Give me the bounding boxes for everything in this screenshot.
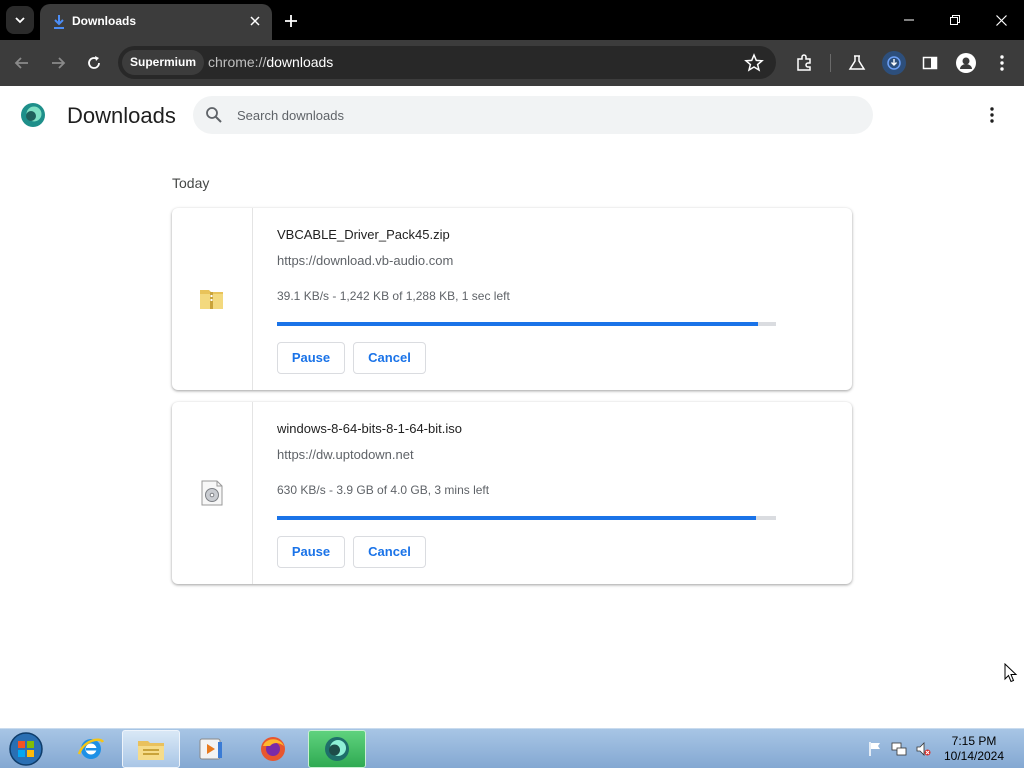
action-center-flag-icon[interactable] <box>867 741 883 757</box>
plus-icon <box>285 15 297 27</box>
side-panel-button[interactable] <box>916 49 944 77</box>
taskbar-file-explorer[interactable] <box>122 730 180 768</box>
firefox-icon <box>261 737 285 761</box>
browser-toolbar: Supermium chrome://downloads <box>0 40 1024 86</box>
back-button[interactable] <box>8 49 36 77</box>
bookmark-star-icon[interactable] <box>744 53 764 73</box>
volume-muted-icon[interactable] <box>915 741 931 757</box>
file-icon-column <box>172 402 253 584</box>
search-icon <box>206 107 222 123</box>
taskbar-internet-explorer[interactable] <box>62 730 120 768</box>
download-progress-bar <box>277 516 776 520</box>
mouse-cursor-icon <box>1004 663 1018 683</box>
zip-folder-icon <box>200 290 223 309</box>
arrow-right-icon <box>52 57 66 69</box>
download-progress-ring <box>882 51 906 75</box>
taskbar-media-player[interactable] <box>182 730 240 768</box>
file-icon-column <box>172 208 253 390</box>
url-prefix: chrome:// <box>208 54 267 70</box>
clock-date: 10/14/2024 <box>943 749 1005 763</box>
supermium-icon <box>325 737 349 761</box>
page-title: Downloads <box>67 103 176 128</box>
profile-button[interactable] <box>952 49 980 77</box>
search-input[interactable] <box>237 96 837 134</box>
supermium-logo-icon <box>21 103 45 127</box>
toolbar-separator <box>830 54 831 72</box>
new-tab-button[interactable] <box>280 10 302 32</box>
tab-close-button[interactable] <box>246 12 264 30</box>
windows-taskbar: 7:15 PM 10/14/2024 <box>0 728 1024 768</box>
more-actions-button[interactable] <box>982 105 1002 125</box>
tab-downloads[interactable]: Downloads <box>40 4 272 40</box>
pause-button[interactable]: Pause <box>277 536 345 568</box>
taskbar-firefox[interactable] <box>244 730 302 768</box>
close-icon <box>250 16 260 26</box>
download-item: windows-8-64-bits-8-1-64-bit.iso https:/… <box>172 402 852 584</box>
start-button[interactable] <box>8 731 44 767</box>
source-url[interactable]: https://download.vb-audio.com <box>277 253 453 268</box>
file-name[interactable]: VBCABLE_Driver_Pack45.zip <box>277 227 450 242</box>
restore-icon <box>950 15 960 25</box>
minimize-icon <box>904 19 914 21</box>
download-icon <box>54 15 64 29</box>
address-bar[interactable]: Supermium chrome://downloads <box>118 46 776 79</box>
download-progress-fill <box>277 516 757 520</box>
forward-button[interactable] <box>44 49 72 77</box>
date-section-label: Today <box>172 175 210 191</box>
arrow-left-icon <box>14 57 28 69</box>
browser-menu-button[interactable] <box>988 49 1016 77</box>
cancel-button[interactable]: Cancel <box>353 536 426 568</box>
download-progress-bar <box>277 322 776 326</box>
cancel-button[interactable]: Cancel <box>353 342 426 374</box>
close-window-button[interactable] <box>978 0 1024 40</box>
pause-button[interactable]: Pause <box>277 342 345 374</box>
download-status: 630 KB/s - 3.9 GB of 4.0 GB, 3 mins left <box>277 483 490 497</box>
vertical-dots-icon <box>990 107 994 123</box>
disc-image-icon <box>201 480 223 506</box>
url-host: downloads <box>266 54 334 70</box>
labs-button[interactable] <box>843 49 871 77</box>
reload-button[interactable] <box>80 49 108 77</box>
tab-strip: Downloads <box>0 0 1024 40</box>
internet-explorer-icon <box>77 738 105 759</box>
url-text[interactable]: chrome://downloads <box>208 54 333 70</box>
downloads-header: Downloads <box>0 86 1024 146</box>
download-item: VBCABLE_Driver_Pack45.zip https://downlo… <box>172 208 852 390</box>
vertical-dots-icon <box>1000 55 1004 71</box>
puzzle-icon <box>797 54 811 71</box>
tab-title: Downloads <box>72 14 137 28</box>
restore-button[interactable] <box>932 0 978 40</box>
avatar-icon <box>956 53 976 73</box>
flask-icon <box>848 55 866 70</box>
media-player-icon <box>199 738 222 760</box>
tab-search-button[interactable] <box>6 6 34 34</box>
system-clock[interactable]: 7:15 PM 10/14/2024 <box>940 734 1008 764</box>
minimize-button[interactable] <box>886 0 932 40</box>
source-url[interactable]: https://dw.uptodown.net <box>277 447 414 462</box>
download-progress-fill <box>277 322 759 326</box>
download-status: 39.1 KB/s - 1,242 KB of 1,288 KB, 1 sec … <box>277 289 510 303</box>
downloads-toolbar-button[interactable] <box>880 49 908 77</box>
clock-time: 7:15 PM <box>951 734 997 748</box>
network-icon[interactable] <box>891 741 907 757</box>
file-name[interactable]: windows-8-64-bits-8-1-64-bit.iso <box>277 421 462 436</box>
close-icon <box>995 14 1007 26</box>
side-panel-icon <box>922 56 938 70</box>
reload-icon <box>88 56 100 69</box>
omnibox-chip[interactable]: Supermium <box>122 50 205 75</box>
extensions-button[interactable] <box>790 49 818 77</box>
taskbar-supermium[interactable] <box>308 730 366 768</box>
download-icon <box>887 56 901 70</box>
chevron-down-icon <box>15 17 25 24</box>
file-explorer-icon <box>138 741 164 760</box>
search-box[interactable] <box>193 96 873 134</box>
